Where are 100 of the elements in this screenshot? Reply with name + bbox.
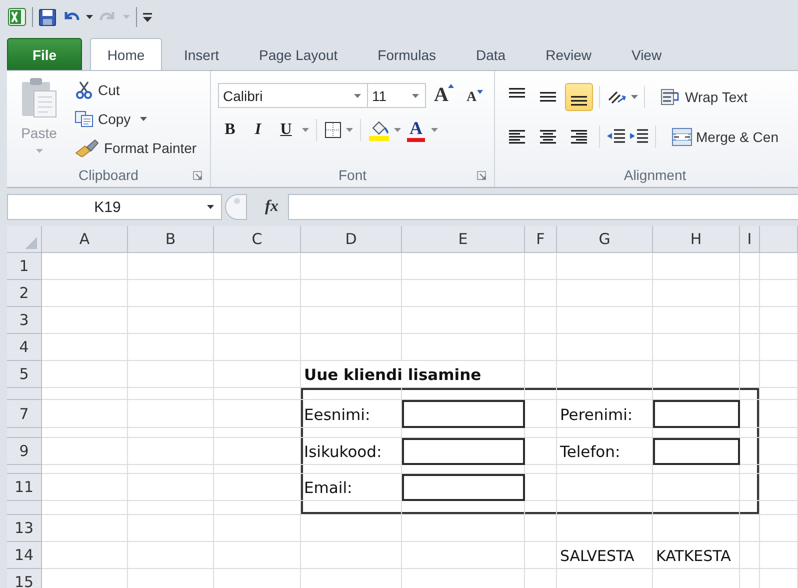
grid-cell[interactable] — [301, 501, 402, 515]
grid-cell[interactable] — [557, 280, 653, 307]
grid-cell[interactable] — [740, 307, 760, 334]
grid-cell[interactable] — [402, 253, 525, 280]
action-label[interactable]: KATKESTA — [653, 542, 740, 569]
grid-cell[interactable] — [525, 307, 557, 334]
grid-cell[interactable] — [214, 542, 301, 569]
wrap-text-button[interactable]: Wrap Text — [661, 88, 748, 106]
row-header[interactable]: 7 — [7, 400, 42, 428]
grid-cell[interactable] — [740, 334, 760, 361]
ribbon-tab[interactable]: Review — [526, 38, 612, 70]
grid-cell[interactable] — [128, 388, 214, 400]
grid-cell[interactable] — [740, 465, 760, 474]
column-header[interactable]: F — [525, 226, 557, 253]
grid-cell[interactable] — [42, 307, 128, 334]
grid-cell[interactable] — [760, 465, 798, 474]
ribbon-tab[interactable]: Formulas — [358, 38, 456, 70]
grid-cell[interactable] — [557, 307, 653, 334]
increase-indent-icon[interactable] — [629, 128, 649, 146]
grid-cell[interactable] — [740, 542, 760, 569]
grid-cell[interactable] — [214, 501, 301, 515]
grid-cell[interactable] — [128, 280, 214, 307]
grid-cell[interactable] — [760, 307, 798, 334]
name-box[interactable]: K19 — [7, 194, 222, 220]
grid-cell[interactable] — [740, 501, 760, 515]
grid-cell[interactable] — [557, 465, 653, 474]
grid-cell[interactable] — [653, 307, 740, 334]
grid-cell[interactable] — [760, 400, 798, 428]
grid-cell[interactable] — [214, 307, 301, 334]
grid-cell[interactable] — [525, 428, 557, 438]
grid-cell[interactable] — [760, 280, 798, 307]
action-label[interactable]: SALVESTA — [557, 542, 653, 569]
grid-cell[interactable] — [128, 361, 214, 388]
row-header[interactable] — [7, 501, 42, 515]
grid-cell[interactable] — [214, 400, 301, 428]
row-header[interactable]: 1 — [7, 253, 42, 280]
grid-cell[interactable] — [402, 334, 525, 361]
clipboard-command[interactable]: Cut — [75, 77, 197, 103]
input-field[interactable] — [402, 438, 525, 465]
grid-cell[interactable] — [301, 542, 402, 569]
grid-cell[interactable] — [214, 474, 301, 501]
grid-cell[interactable] — [402, 501, 525, 515]
grow-font-button[interactable]: A — [430, 84, 458, 107]
column-header[interactable]: C — [214, 226, 301, 253]
row-header[interactable]: 4 — [7, 334, 42, 361]
row-header[interactable]: 2 — [7, 280, 42, 307]
grid-cell[interactable] — [214, 280, 301, 307]
grid-cell[interactable] — [740, 253, 760, 280]
grid-cell[interactable] — [214, 515, 301, 542]
grid-cell[interactable] — [42, 501, 128, 515]
customize-menu-icon[interactable] — [143, 12, 152, 22]
grid-cell[interactable] — [214, 334, 301, 361]
grid-cell[interactable] — [128, 334, 214, 361]
fill-color-icon[interactable] — [368, 119, 390, 141]
grid-cell[interactable] — [557, 474, 653, 501]
grid-cell[interactable] — [525, 465, 557, 474]
grid-cell[interactable] — [214, 438, 301, 465]
grid-cell[interactable] — [760, 428, 798, 438]
grid-cell[interactable] — [402, 280, 525, 307]
grid-cell[interactable] — [301, 388, 402, 400]
grid-cell[interactable] — [760, 334, 798, 361]
input-field[interactable] — [402, 400, 525, 428]
save-icon[interactable] — [39, 8, 56, 26]
grid-cell[interactable] — [740, 388, 760, 400]
grid-cell[interactable] — [760, 474, 798, 501]
row-header[interactable] — [7, 465, 42, 474]
grid-cell[interactable] — [42, 388, 128, 400]
grid-cell[interactable] — [525, 334, 557, 361]
grid-cell[interactable] — [402, 542, 525, 569]
clipboard-command[interactable]: Copy — [75, 106, 197, 132]
input-field[interactable] — [653, 438, 740, 465]
insert-function-button[interactable]: fx — [265, 198, 278, 216]
grid-cell[interactable] — [301, 465, 402, 474]
grid-cell[interactable] — [214, 465, 301, 474]
grid-cell[interactable] — [525, 400, 557, 428]
grid-cell[interactable] — [653, 474, 740, 501]
grid-cell[interactable] — [653, 334, 740, 361]
grid-cell[interactable] — [760, 542, 798, 569]
row-header[interactable] — [7, 388, 42, 400]
column-header[interactable]: I — [740, 226, 760, 253]
grid-cell[interactable] — [42, 474, 128, 501]
grid-cell[interactable] — [760, 253, 798, 280]
grid-cell[interactable] — [214, 428, 301, 438]
grid-cell[interactable] — [740, 438, 760, 465]
column-header[interactable]: D — [301, 226, 402, 253]
grid-cell[interactable] — [525, 515, 557, 542]
grid-cell[interactable] — [42, 465, 128, 474]
decrease-indent-icon[interactable] — [606, 128, 626, 146]
grid-cell[interactable] — [402, 515, 525, 542]
ribbon-tab[interactable]: View — [611, 38, 682, 70]
input-field[interactable] — [653, 400, 740, 428]
grid-cell[interactable] — [525, 253, 557, 280]
grid-cell[interactable] — [128, 438, 214, 465]
ribbon-tab[interactable]: Insert — [164, 38, 240, 70]
grid-cell[interactable] — [653, 253, 740, 280]
row-header[interactable]: 5 — [7, 361, 42, 388]
grid-cell[interactable] — [557, 501, 653, 515]
grid-cell[interactable] — [653, 361, 740, 388]
file-tab[interactable]: File — [7, 38, 82, 70]
clipboard-command[interactable]: Format Painter — [75, 135, 197, 161]
